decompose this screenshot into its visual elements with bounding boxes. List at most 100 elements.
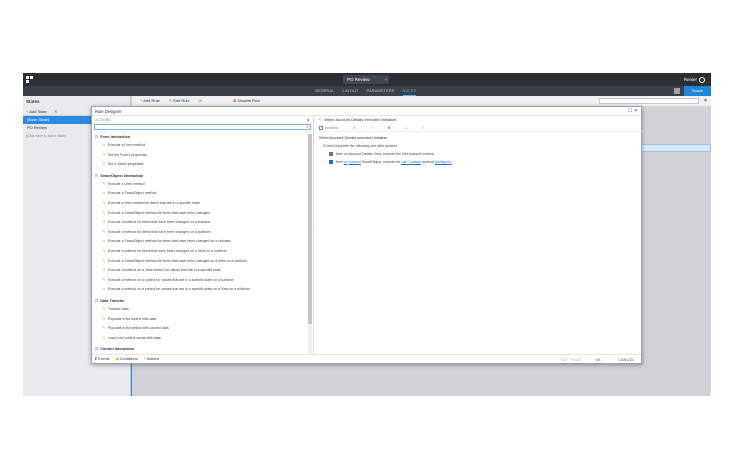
actions-scrollbar[interactable] (308, 133, 312, 355)
action-item[interactable]: ϟ Execute a Form method (95, 141, 307, 151)
on-link[interactable]: on (344, 160, 348, 164)
action-item[interactable]: ϟ Execute a method on a control for value… (95, 285, 307, 295)
action-item[interactable]: ϟ Execute a SmartObject method for items … (95, 257, 307, 267)
rule-line-list-contacts[interactable]: then on Contact SmartObject, execute its… (319, 158, 640, 166)
delete-rule-icon[interactable]: ✕ (199, 98, 202, 103)
info-icon[interactable]: i (95, 356, 97, 362)
disable-rule-label: Disable Rule (237, 98, 261, 103)
list-contacts-link[interactable]: List Contacts (401, 160, 421, 164)
action-item[interactable]: ϟ Execute a method for items that have be… (95, 247, 307, 257)
rules-search-input[interactable] (599, 98, 699, 104)
edit-rule-button[interactable]: ✎ Edit Rule (169, 98, 190, 103)
filter-icon[interactable]: ▼ (703, 98, 708, 104)
configure-link[interactable]: (configure) (435, 160, 452, 164)
collapse-icon[interactable]: ⊟ (95, 347, 98, 351)
collapse-icon[interactable]: ⊟ (95, 174, 98, 178)
action-item-label: Execute a SmartObject method for items t… (107, 258, 248, 263)
action-item[interactable]: ϟ Load a list control cache with data (95, 334, 307, 344)
collapse-icon[interactable]: ⊟ (323, 144, 326, 148)
lightning-icon: ϟ (103, 210, 105, 215)
action-item[interactable]: ϟ Execute a SmartObject method (95, 189, 307, 199)
action-item[interactable]: ϟ Execute a SmartObject method for items … (95, 237, 307, 247)
add-rule-button[interactable]: + Add Rule (140, 98, 160, 103)
app-logo-icon[interactable] (26, 76, 34, 83)
add-state-button[interactable]: Add State (29, 109, 47, 114)
close-icon[interactable]: ✕ (634, 108, 638, 114)
action-item-label: Execute a method for items that have bee… (107, 220, 211, 225)
maximize-icon[interactable]: ☐ (628, 108, 632, 114)
action-group[interactable]: ⊟ Form Interaction (95, 134, 307, 141)
rule-name-field[interactable]: ϟ When Account Details executed Initializ… (316, 116, 643, 124)
collapse-icon[interactable]: ⊟ (95, 299, 98, 303)
actions-list: ⊟ Form Interaction ϟ Execute a Form method ϟ… (95, 134, 307, 356)
action-item[interactable]: ϟ Execute a method on a control for value… (95, 276, 307, 286)
lightning-icon: ϟ (103, 181, 105, 186)
action-group[interactable]: ⊟ Control Interaction (95, 346, 307, 353)
collapse-icon[interactable]: ⊟ (95, 135, 98, 139)
save-button[interactable]: Sauce (684, 86, 711, 96)
layout-icon[interactable] (674, 88, 680, 94)
rule-line-get-account[interactable]: then on Account Details View, execute th… (319, 150, 640, 158)
action-group-label: Control Interaction (100, 347, 135, 352)
action-item[interactable]: ϟ Execute a method for items that have be… (95, 228, 307, 238)
delete-icon[interactable]: ✕ (387, 126, 390, 130)
action-item[interactable]: ϟ Execute a method for items that have be… (95, 218, 307, 228)
action-item[interactable]: ϟ Transfer data (95, 305, 307, 315)
document-tab-label: PO Review (347, 77, 370, 82)
enabled-checkbox[interactable] (319, 126, 323, 131)
rule-heading: When Account Details executed Initialize (319, 136, 388, 140)
lightning-icon: ϟ (103, 335, 105, 340)
action-group[interactable]: ⊟ SmartObject Interaction (95, 173, 307, 180)
lightning-icon: ϟ (103, 306, 105, 311)
search-icon[interactable]: ⌕ (306, 124, 309, 130)
collapse-arrow-icon[interactable]: ◂ (307, 117, 309, 122)
tab-layout[interactable]: LAYOUT (343, 86, 359, 96)
action-item-label: Execute a method on a View control for v… (107, 268, 221, 273)
rule-line-sequence[interactable]: ⊟ then complete the following one after … (319, 142, 640, 150)
rule-line-then: then (336, 160, 343, 164)
selected-rule-row[interactable] (640, 144, 711, 152)
ok-button[interactable]: OK (595, 355, 601, 365)
action-item-label: Populate a list control with data (107, 316, 157, 321)
lightning-icon: ϟ (103, 326, 105, 331)
dialog-title: Rule Designer (92, 107, 641, 116)
copy-icon[interactable]: ⎘ (353, 126, 356, 130)
action-item[interactable]: ϟ Set the Form's properties (95, 151, 307, 161)
disable-rule-button[interactable]: ⊘ Disable Rule (233, 98, 260, 103)
cancel-button[interactable]: CANCEL (618, 355, 635, 365)
tab-rules[interactable]: RULES (402, 86, 417, 96)
tab-parameters[interactable]: PARAMETERS (367, 86, 395, 96)
action-item[interactable]: ϟ Populate a list control with cached dat… (95, 324, 307, 334)
document-tab[interactable]: PO Review × (343, 75, 389, 84)
action-item[interactable]: ϟ Populate a list control with data (95, 315, 307, 325)
action-item-label: Transfer data (107, 306, 129, 311)
contact-link[interactable]: Contact (349, 160, 361, 164)
scroll-thumb[interactable] (308, 134, 312, 324)
add-icon[interactable]: + (26, 109, 28, 114)
action-item-label: Set a View's properties (107, 162, 144, 167)
delete-state-icon[interactable]: ✕ (54, 109, 57, 114)
lightning-icon[interactable]: ϟ (371, 126, 373, 130)
lightning-icon: ϟ (103, 268, 105, 273)
action-item-label: Execute a View method for items that are… (107, 200, 200, 205)
actions-header-label: ACTIONS (95, 118, 111, 122)
action-item-label: Execute a method on a control for values… (107, 287, 250, 292)
close-tab-icon[interactable]: × (384, 75, 387, 84)
action-group[interactable]: ⊟ Data Transfer (95, 298, 307, 305)
action-item[interactable]: ϟ Execute a SmartObject method for items … (95, 209, 307, 219)
lightning-icon: ϟ (103, 229, 105, 234)
tab-general[interactable]: GENERAL (315, 86, 335, 96)
action-item-label: Execute a Form method (107, 143, 146, 147)
move-up-icon[interactable]: ▵ (405, 126, 407, 130)
move-down-icon[interactable]: ▿ (422, 126, 424, 130)
action-item[interactable]: ϟ Execute a View method (95, 180, 307, 190)
action-item-label: Execute a method on a control for values… (107, 277, 234, 282)
user-menu[interactable]: Renier (684, 75, 705, 84)
settings-button[interactable]: SETTINGS (561, 355, 582, 365)
actions-search-input[interactable]: ⌕ (94, 124, 311, 130)
action-item[interactable]: ϟ Set a View's properties (95, 160, 307, 170)
action-item[interactable]: ϟ Execute a View method for items that ar… (95, 199, 307, 209)
rule-definition-panel: ϟ When Account Details executed Initializ… (316, 116, 643, 354)
lightning-icon: ϟ (103, 239, 105, 244)
action-item[interactable]: ϟ Execute a method on a View control for … (95, 266, 307, 276)
